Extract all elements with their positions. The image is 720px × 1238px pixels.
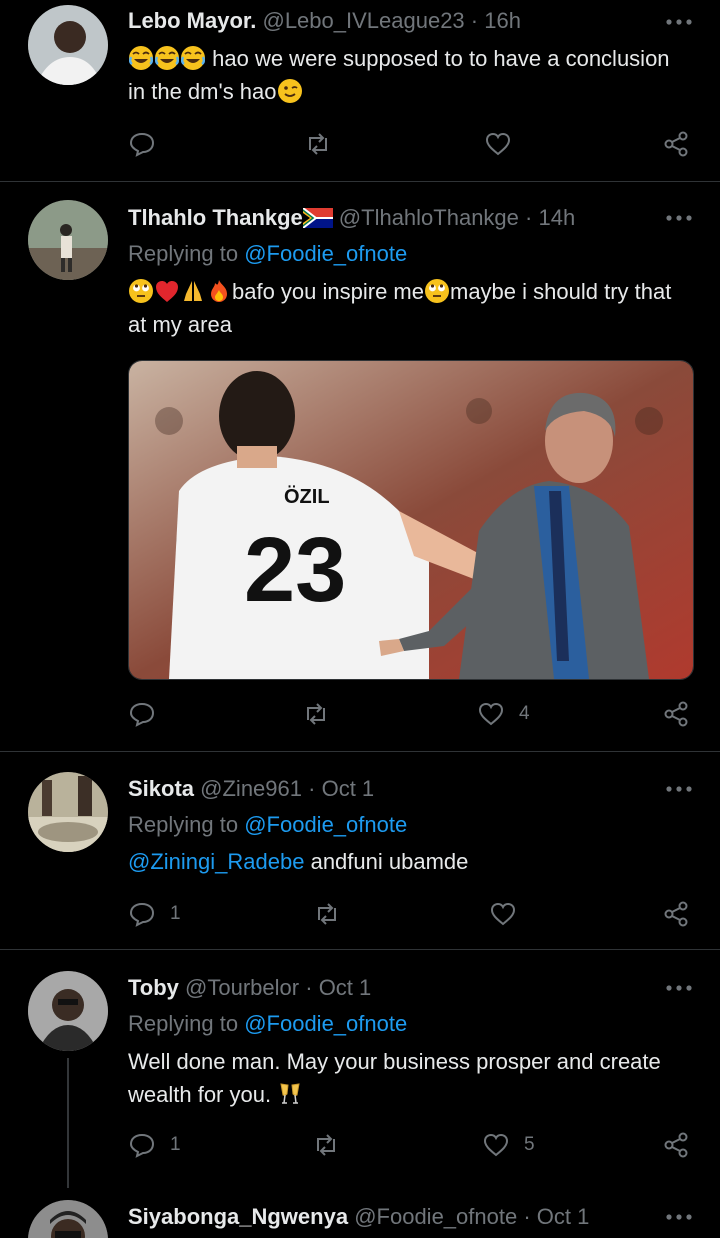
share-icon xyxy=(664,131,688,157)
rolling-eyes-emoji xyxy=(425,279,449,303)
retweet-icon xyxy=(317,1134,335,1156)
display-name[interactable]: Sikota xyxy=(128,776,194,801)
reply-mention-link[interactable]: @Foodie_ofnote xyxy=(244,1011,407,1036)
jersey-number: 23 xyxy=(244,519,346,621)
more-options-icon[interactable] xyxy=(664,978,694,998)
tweet-3[interactable]: Sikota @Zine961 · Oct 1 Replying to @Foo… xyxy=(0,752,720,950)
timestamp[interactable]: Oct 1 xyxy=(537,1204,590,1229)
like-button[interactable]: 4 xyxy=(477,694,530,734)
like-count: 4 xyxy=(519,703,530,724)
tweet-text: Well done man. May your business prosper… xyxy=(128,1049,661,1107)
user-handle[interactable]: @TlhahloThankge xyxy=(339,205,519,230)
heart-icon xyxy=(485,132,511,156)
more-options-icon[interactable] xyxy=(664,12,694,32)
fire-emoji xyxy=(211,280,227,302)
reply-count: 1 xyxy=(170,903,181,924)
replying-to: Replying to @Foodie_ofnote xyxy=(128,1011,408,1036)
reply-icon xyxy=(129,1133,155,1158)
replying-to: Replying to @Foodie_ofnote xyxy=(128,812,408,837)
tears-of-joy-emoji xyxy=(129,46,153,70)
reply-button[interactable]: 1 xyxy=(128,1125,181,1165)
tweet-4[interactable]: Toby @Tourbelor · Oct 1 Replying to @Foo… xyxy=(0,950,720,1188)
reply-mention-link[interactable]: @Foodie_ofnote xyxy=(244,812,407,837)
tears-of-joy-emoji xyxy=(155,46,179,70)
tweet-media-image[interactable]: ÖZIL 23 xyxy=(128,360,694,680)
display-name[interactable]: Tlhahlo Thankge xyxy=(128,205,303,230)
replying-to: Replying to @Foodie_ofnote xyxy=(128,241,408,266)
avatar[interactable] xyxy=(28,772,108,852)
heart-icon xyxy=(483,1133,509,1157)
share-icon xyxy=(664,701,688,727)
reply-mention-link[interactable]: @Foodie_ofnote xyxy=(244,241,407,266)
display-name[interactable]: Toby xyxy=(128,975,179,1000)
more-options-icon[interactable] xyxy=(664,1207,694,1227)
tweet-text: @Ziningi_Radebe andfuni ubamde xyxy=(128,849,469,874)
share-icon xyxy=(664,901,688,927)
clinking-glasses-emoji xyxy=(280,1083,300,1104)
tears-of-joy-emoji xyxy=(181,46,205,70)
display-name[interactable]: Siyabonga_Ngwenya xyxy=(128,1204,348,1229)
timestamp[interactable]: Oct 1 xyxy=(319,975,372,1000)
tweet-2[interactable]: Tlhahlo Thankge @TlhahloThankge · 14h Rep… xyxy=(0,182,720,752)
thread-connector xyxy=(67,1058,69,1188)
like-count: 5 xyxy=(524,1134,535,1155)
timestamp[interactable]: Oct 1 xyxy=(322,776,375,801)
red-heart-emoji xyxy=(156,281,178,302)
folded-hands-emoji xyxy=(184,281,202,301)
share-button[interactable] xyxy=(662,894,690,934)
user-handle[interactable]: @Foodie_ofnote xyxy=(354,1204,517,1229)
timestamp[interactable]: 14h xyxy=(538,205,575,230)
retweet-icon xyxy=(309,133,327,155)
share-button[interactable] xyxy=(662,694,690,734)
tweet-text: hao we were supposed to to have a conclu… xyxy=(128,46,670,104)
tweet-text: bafo you inspire me maybe i should try th… xyxy=(128,279,672,337)
tweet-1[interactable]: Lebo Mayor. @Lebo_IVLeague23 · 16h hao w… xyxy=(0,0,720,182)
display-name[interactable]: Lebo Mayor. xyxy=(128,8,256,33)
heart-icon xyxy=(478,702,504,726)
reply-icon xyxy=(129,132,155,157)
heart-icon xyxy=(490,902,516,926)
avatar[interactable] xyxy=(28,971,108,1051)
avatar[interactable] xyxy=(28,5,108,85)
retweet-button[interactable] xyxy=(312,1125,340,1165)
winking-face-emoji xyxy=(277,79,302,103)
mention-link[interactable]: @Ziningi_Radebe xyxy=(128,849,304,874)
retweet-icon xyxy=(307,703,325,725)
more-options-icon[interactable] xyxy=(664,208,694,228)
reply-button[interactable] xyxy=(128,694,170,734)
retweet-button[interactable] xyxy=(304,124,332,164)
user-handle[interactable]: @Lebo_IVLeague23 xyxy=(262,8,464,33)
user-handle[interactable]: @Zine961 xyxy=(200,776,302,801)
reply-count: 1 xyxy=(170,1134,181,1155)
like-button[interactable] xyxy=(489,894,517,934)
avatar[interactable] xyxy=(28,1200,108,1238)
share-button[interactable] xyxy=(662,124,690,164)
avatar[interactable] xyxy=(28,200,108,280)
reply-button[interactable]: 1 xyxy=(128,894,181,934)
timestamp[interactable]: 16h xyxy=(484,8,521,33)
jersey-name: ÖZIL xyxy=(284,485,330,508)
reply-icon xyxy=(129,902,155,927)
retweet-button[interactable] xyxy=(302,694,330,734)
reply-icon xyxy=(129,702,155,727)
retweet-icon xyxy=(318,903,336,925)
south-africa-flag-icon xyxy=(302,207,333,229)
more-options-icon[interactable] xyxy=(664,779,694,799)
retweet-button[interactable] xyxy=(313,894,341,934)
share-button[interactable] xyxy=(662,1125,690,1165)
rolling-eyes-emoji xyxy=(129,279,153,303)
reply-button[interactable] xyxy=(128,124,156,164)
share-icon xyxy=(664,1132,688,1158)
user-handle[interactable]: @Tourbelor xyxy=(185,975,299,1000)
like-button[interactable]: 5 xyxy=(482,1125,535,1165)
tweet-5[interactable]: Siyabonga_Ngwenya @Foodie_ofnote · Oct 1 xyxy=(0,1188,720,1238)
like-button[interactable] xyxy=(484,124,512,164)
